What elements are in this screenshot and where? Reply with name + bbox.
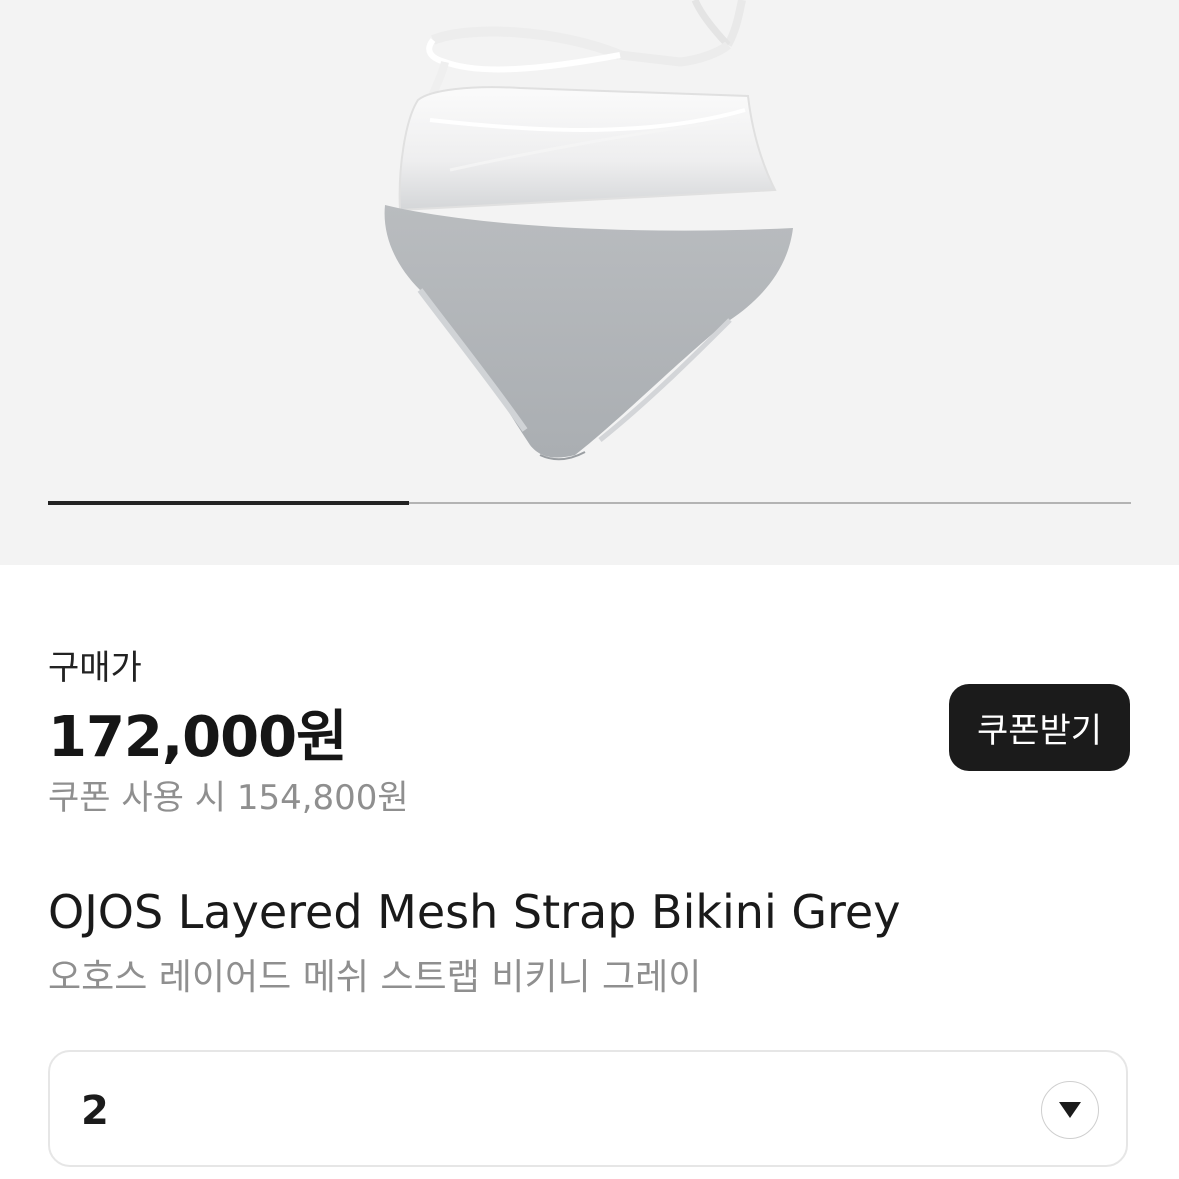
gallery-progress-bar <box>48 501 1131 505</box>
price-label: 구매가 <box>48 648 142 688</box>
get-coupon-button[interactable]: 쿠폰받기 <box>949 684 1130 771</box>
option-select[interactable]: 2 <box>48 1050 1128 1167</box>
product-name-korean: 오호스 레이어드 메쉬 스트랩 비키니 그레이 <box>48 957 702 998</box>
coupon-price: 쿠폰 사용 시 154,800원 <box>48 778 409 818</box>
gallery-progress-indicator <box>48 501 409 505</box>
product-image-gallery[interactable] <box>0 0 1179 565</box>
product-name: OJOS Layered Mesh Strap Bikini Grey <box>48 885 901 939</box>
chevron-down-icon[interactable] <box>1041 1081 1099 1139</box>
purchase-price: 172,000원 <box>48 705 348 770</box>
bikini-product-image <box>384 0 793 461</box>
option-select-value: 2 <box>81 1088 109 1134</box>
chevron-down-glyph <box>1059 1102 1081 1118</box>
